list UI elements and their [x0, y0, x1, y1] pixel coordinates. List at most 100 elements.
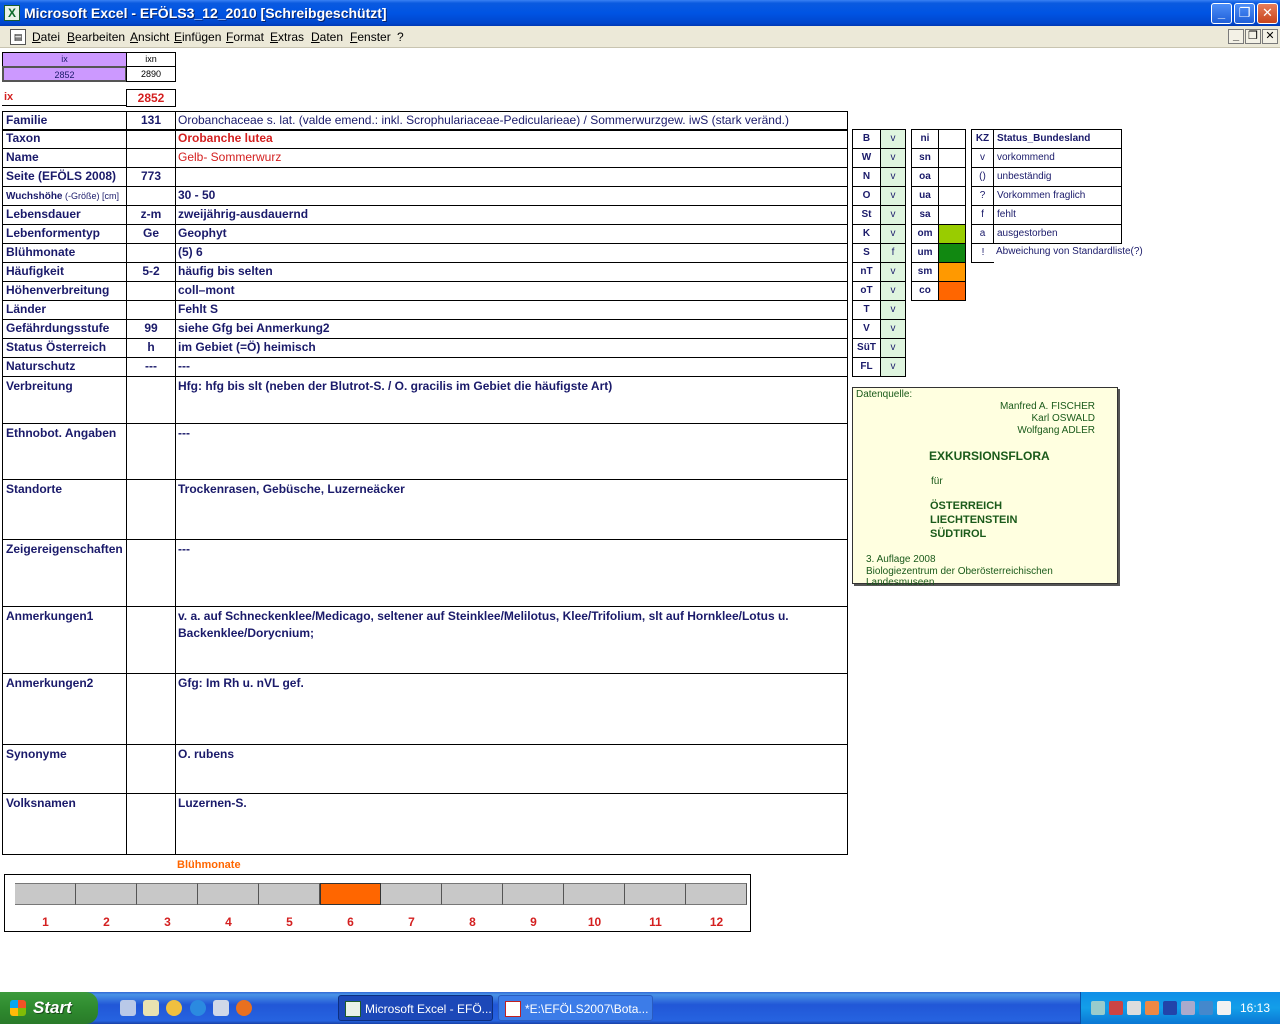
- worksheet[interactable]: ix ixn 2852 2890 ix 2852 Familie 131 Oroba…: [0, 49, 1280, 992]
- zone-color[interactable]: [938, 224, 966, 244]
- row-value[interactable]: ---: [175, 423, 848, 480]
- row-value[interactable]: v. a. auf Schneckenklee/Medicago, selten…: [175, 606, 848, 674]
- doc-restore-button[interactable]: ❐: [1245, 29, 1261, 44]
- row-value[interactable]: Orobanche lutea: [175, 129, 848, 149]
- state-status[interactable]: v: [880, 357, 906, 377]
- row-code[interactable]: z-m: [126, 205, 176, 225]
- row-value[interactable]: 30 - 50: [175, 186, 848, 206]
- state-status[interactable]: v: [880, 148, 906, 168]
- row-code[interactable]: 773: [126, 167, 176, 187]
- menu-extras[interactable]: Extras: [270, 30, 304, 44]
- app-tray-icon[interactable]: [1217, 1001, 1231, 1015]
- row-code[interactable]: [126, 376, 176, 424]
- media-player-icon[interactable]: [166, 1000, 182, 1016]
- show-desktop-icon[interactable]: [120, 1000, 136, 1016]
- state-status[interactable]: v: [880, 129, 906, 149]
- restore-button[interactable]: ❐: [1234, 3, 1255, 24]
- row-code[interactable]: [126, 539, 176, 607]
- state-status[interactable]: v: [880, 281, 906, 301]
- row-code[interactable]: [126, 673, 176, 745]
- row-value[interactable]: im Gebiet (=Ö) heimisch: [175, 338, 848, 358]
- row-code[interactable]: Ge: [126, 224, 176, 244]
- row-code[interactable]: [126, 281, 176, 301]
- zone-color[interactable]: [938, 243, 966, 263]
- row-code[interactable]: ---: [126, 357, 176, 377]
- document-icon[interactable]: ▤: [10, 29, 26, 45]
- zone-color[interactable]: [938, 205, 966, 225]
- row-value[interactable]: Luzernen-S.: [175, 793, 848, 855]
- row-code[interactable]: [126, 793, 176, 855]
- row-code[interactable]: [126, 243, 176, 263]
- search-icon[interactable]: [1127, 1001, 1141, 1015]
- internet-explorer-icon[interactable]: [190, 1000, 206, 1016]
- row-code[interactable]: [126, 744, 176, 794]
- menu-einfuegen[interactable]: Einfügen: [174, 30, 221, 44]
- row-code[interactable]: [126, 129, 176, 149]
- row-code[interactable]: [126, 148, 176, 168]
- security-alert-icon[interactable]: [1109, 1001, 1123, 1015]
- volume-icon[interactable]: [1181, 1001, 1195, 1015]
- row-code[interactable]: 99: [126, 319, 176, 339]
- shield-icon[interactable]: [1163, 1001, 1177, 1015]
- row-code[interactable]: [126, 186, 176, 206]
- outlook-icon[interactable]: [213, 1000, 229, 1016]
- ix-value-cell[interactable]: 2852: [2, 66, 127, 82]
- menu-bearbeiten[interactable]: Bearbeiten: [67, 30, 125, 44]
- row-value[interactable]: Geophyt: [175, 224, 848, 244]
- menu-datei[interactable]: Datei: [32, 30, 60, 44]
- row-value[interactable]: ---: [175, 357, 848, 377]
- zone-color[interactable]: [938, 148, 966, 168]
- row-code[interactable]: [126, 606, 176, 674]
- row-value[interactable]: coll–mont: [175, 281, 848, 301]
- state-status[interactable]: v: [880, 186, 906, 206]
- state-status[interactable]: v: [880, 167, 906, 187]
- menu-ansicht[interactable]: Ansicht: [130, 30, 169, 44]
- row-value[interactable]: O. rubens: [175, 744, 848, 794]
- network-icon[interactable]: [1091, 1001, 1105, 1015]
- row-value[interactable]: häufig bis selten: [175, 262, 848, 282]
- row-code[interactable]: h: [126, 338, 176, 358]
- row-value[interactable]: (5) 6: [175, 243, 848, 263]
- row-value[interactable]: siehe Gfg bei Anmerkung2: [175, 319, 848, 339]
- row-value[interactable]: [175, 167, 848, 187]
- row-code[interactable]: [126, 479, 176, 540]
- menu-help[interactable]: ?: [397, 30, 404, 44]
- state-status[interactable]: v: [880, 262, 906, 282]
- state-status[interactable]: v: [880, 300, 906, 320]
- row-code[interactable]: 5-2: [126, 262, 176, 282]
- row-value[interactable]: Orobanchaceae s. lat. (valde emend.: ink…: [175, 111, 848, 131]
- update-icon[interactable]: [1145, 1001, 1159, 1015]
- doc-minimize-button[interactable]: _: [1228, 29, 1244, 44]
- explorer-icon[interactable]: [143, 1000, 159, 1016]
- close-button[interactable]: ✕: [1257, 3, 1278, 24]
- row-value[interactable]: Gelb- Sommerwurz: [175, 148, 848, 168]
- row-value[interactable]: zweijährig-ausdauernd: [175, 205, 848, 225]
- row-value[interactable]: Trockenrasen, Gebüsche, Luzerneäcker: [175, 479, 848, 540]
- excel-icon[interactable]: X: [4, 5, 20, 21]
- row-code[interactable]: [126, 300, 176, 320]
- row-value[interactable]: Hfg: hfg bis slt (neben der Blutrot-S. /…: [175, 376, 848, 424]
- zone-color[interactable]: [938, 262, 966, 282]
- zone-color[interactable]: [938, 129, 966, 149]
- start-button[interactable]: Start: [0, 992, 98, 1024]
- row-value[interactable]: ---: [175, 539, 848, 607]
- row-code[interactable]: 131: [126, 111, 176, 131]
- menu-fenster[interactable]: Fenster: [350, 30, 391, 44]
- doc-close-button[interactable]: ✕: [1262, 29, 1278, 44]
- zone-color[interactable]: [938, 167, 966, 187]
- row-value[interactable]: Gfg: Im Rh u. nVL gef.: [175, 673, 848, 745]
- state-status[interactable]: v: [880, 319, 906, 339]
- zone-color[interactable]: [938, 281, 966, 301]
- state-status[interactable]: f: [880, 243, 906, 263]
- state-status[interactable]: v: [880, 224, 906, 244]
- state-status[interactable]: v: [880, 338, 906, 358]
- info-icon[interactable]: [1199, 1001, 1213, 1015]
- minimize-button[interactable]: _: [1211, 3, 1232, 24]
- task-document[interactable]: *E:\EFÖLS2007\Bota...: [498, 995, 653, 1021]
- menu-daten[interactable]: Daten: [311, 30, 343, 44]
- ix-big-value[interactable]: 2852: [126, 89, 176, 107]
- menu-format[interactable]: Format: [226, 30, 264, 44]
- row-value[interactable]: Fehlt S: [175, 300, 848, 320]
- zone-color[interactable]: [938, 186, 966, 206]
- state-status[interactable]: v: [880, 205, 906, 225]
